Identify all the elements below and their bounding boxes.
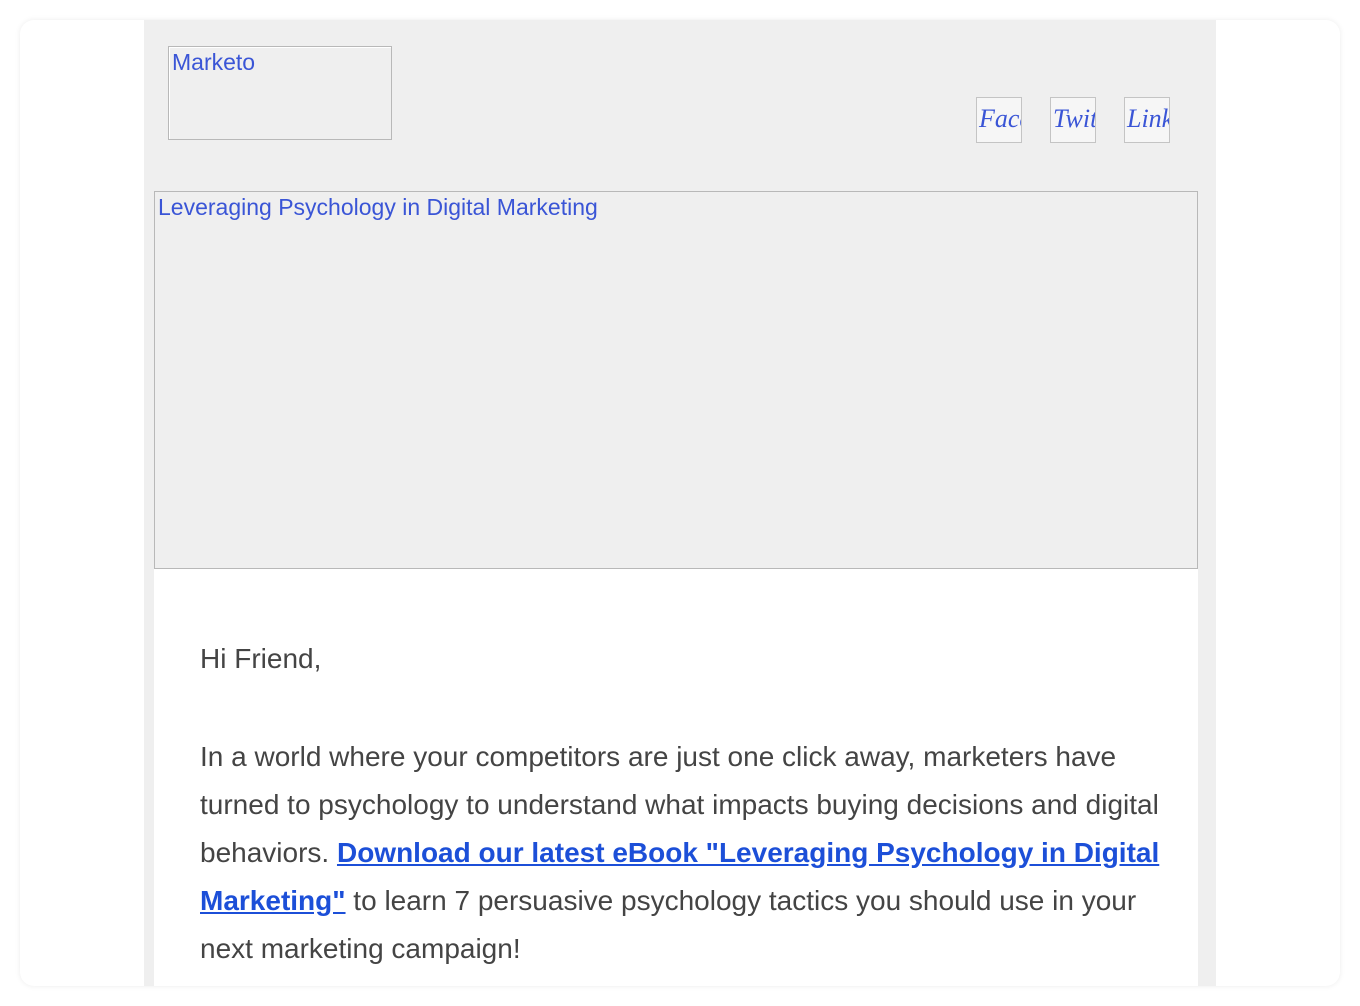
email-body: Hi Friend, In a world where your competi…	[154, 569, 1198, 986]
hero-alt-text: Leveraging Psychology in Digital Marketi…	[158, 194, 598, 220]
logo-alt-text: Marketo	[172, 49, 256, 75]
facebook-alt-text: Facebook	[979, 104, 1021, 133]
email-container: Marketo Facebook Twitter LinkedIn Levera…	[144, 20, 1216, 986]
logo-image-placeholder[interactable]: Marketo	[168, 46, 392, 140]
facebook-icon[interactable]: Facebook	[976, 97, 1022, 143]
twitter-alt-text: Twitter	[1053, 104, 1095, 133]
email-preview-frame: Marketo Facebook Twitter LinkedIn Levera…	[20, 20, 1340, 986]
linkedin-icon[interactable]: LinkedIn	[1124, 97, 1170, 143]
intro-paragraph: In a world where your competitors are ju…	[200, 733, 1160, 973]
linkedin-alt-text: LinkedIn	[1127, 104, 1170, 133]
hero-image-placeholder[interactable]: Leveraging Psychology in Digital Marketi…	[154, 191, 1198, 569]
twitter-icon[interactable]: Twitter	[1050, 97, 1096, 143]
greeting: Hi Friend,	[200, 643, 322, 674]
